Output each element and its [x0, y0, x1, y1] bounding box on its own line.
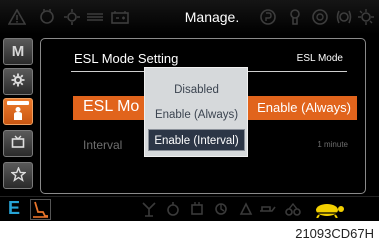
esl-mode-label: ESL Mo	[83, 98, 140, 115]
circle-icon	[334, 7, 354, 27]
figure-caption: 21093CD67H	[295, 226, 374, 241]
screen-title: Manage.	[184, 9, 240, 25]
overheat-icon	[310, 7, 330, 27]
menu-settings-button[interactable]	[3, 68, 33, 95]
power-mode-indicator: E	[8, 198, 21, 218]
option-enable-interval[interactable]: Enable (Interval)	[148, 129, 245, 151]
engine-oil-icon	[37, 7, 57, 27]
mode-label: M	[11, 43, 25, 60]
menu-mode-button[interactable]: M	[3, 38, 33, 65]
glow-plug-icon	[285, 7, 305, 27]
interval-label: Interval	[83, 138, 123, 152]
fuel-level-icon	[85, 7, 105, 27]
coolant-temp-icon	[62, 7, 82, 27]
attachment-icon	[140, 200, 158, 218]
warning-lamp-bar: Manage.	[0, 0, 379, 34]
interval-value: 1 minute	[317, 140, 348, 149]
esl-mode-value: Enable (Always)	[257, 100, 351, 115]
option-disabled[interactable]: Disabled	[148, 79, 245, 101]
turtle-icon	[310, 201, 346, 219]
status-indicator-bar: E	[0, 196, 379, 221]
menu-favorites-button[interactable]	[3, 162, 33, 189]
person-icon	[12, 106, 24, 123]
gear-icon	[11, 73, 25, 90]
option-label: Enable (Interval)	[154, 135, 239, 147]
travel-icon	[284, 200, 302, 218]
hydraulic-icon	[356, 7, 376, 27]
display-screen: Manage. M ESL Mode Setting ESL Mode ESL …	[0, 0, 379, 221]
option-label: Disabled	[174, 84, 219, 96]
display-icon	[11, 135, 25, 152]
speed-icon	[237, 200, 255, 218]
fuel-icon	[164, 200, 182, 218]
page-tag: ESL Mode	[296, 53, 343, 64]
side-menu: M	[3, 38, 35, 194]
menu-display-button[interactable]	[3, 130, 33, 157]
battery-icon	[110, 7, 130, 27]
esl-mode-dropdown: Disabled Enable (Always) Enable (Interva…	[144, 67, 248, 157]
engine-icon	[188, 200, 206, 218]
page-title: ESL Mode Setting	[74, 51, 179, 66]
clutch-icon	[212, 200, 230, 218]
option-label: Enable (Always)	[154, 109, 239, 121]
option-enable-always[interactable]: Enable (Always)	[148, 104, 245, 126]
menu-user-button[interactable]	[3, 98, 33, 125]
star-icon	[9, 165, 27, 185]
brake-icon	[258, 7, 278, 27]
auto-idle-icon	[30, 199, 51, 220]
warning-icon	[7, 7, 27, 27]
oil-can-icon	[258, 200, 276, 218]
